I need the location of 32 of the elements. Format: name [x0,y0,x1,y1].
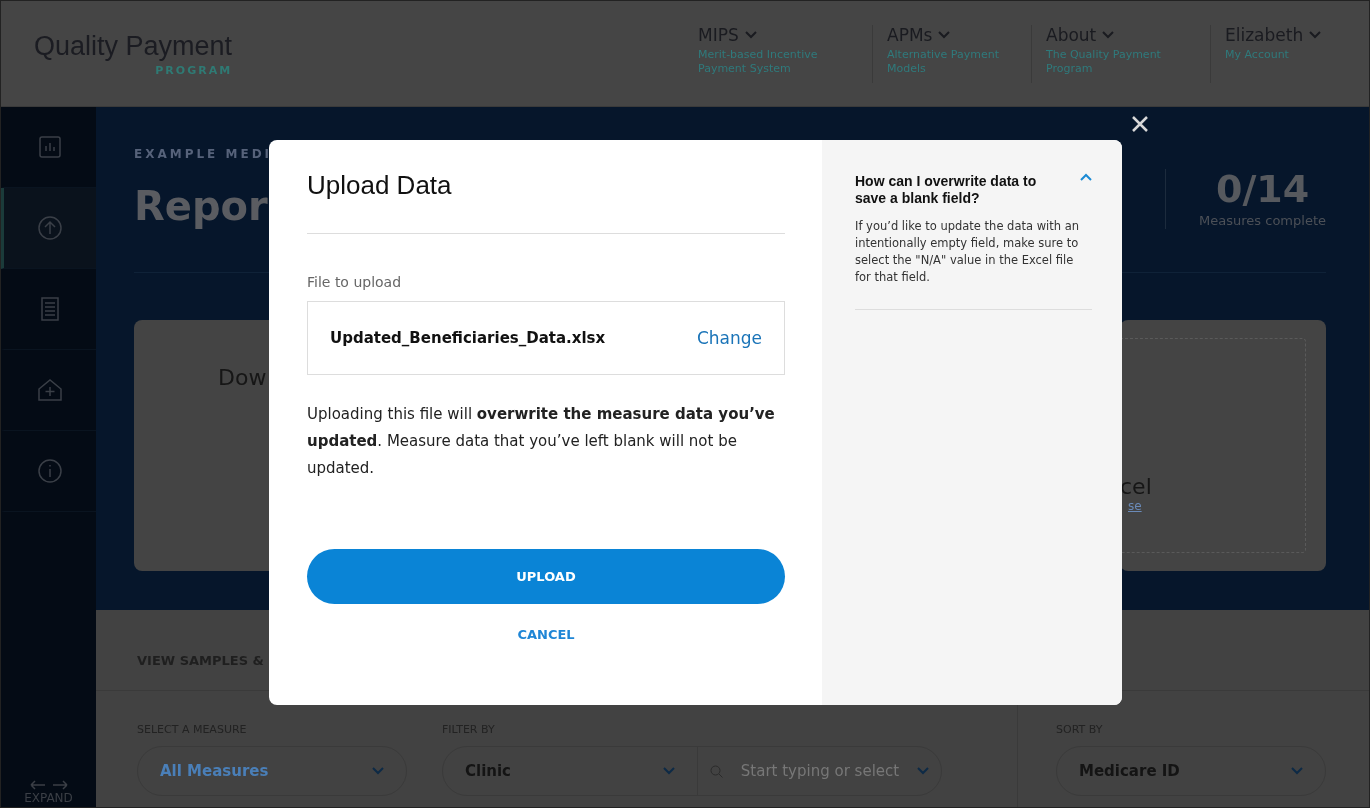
chevron-up-icon [1080,173,1092,181]
house-plus-icon [37,378,63,402]
chevron-down-icon [1102,31,1115,39]
upload-icon [37,215,63,241]
stat-label: Measures complete [1199,213,1326,228]
chevron-down-icon [917,767,929,775]
browse-link[interactable]: se [1128,499,1142,513]
cancel-link[interactable]: CANCEL [517,627,575,642]
field-label: File to upload [307,274,403,290]
stat-value: 0/14 [1215,169,1310,209]
chevron-down-icon [744,31,757,39]
search-icon [710,764,723,778]
upload-button[interactable]: UPLOAD [307,549,785,604]
sidebar-item[interactable] [1,188,96,269]
chevron-down-icon [1309,31,1322,39]
change-link[interactable]: Change [696,328,762,348]
dialog-title: Upload Data [307,170,785,234]
arrows-icon [29,779,68,791]
bar-chart-icon [38,135,62,159]
chevron-down-icon [663,767,675,775]
warning-text: Uploading this file will overwrite the measure data you’ve updated. Measure data that you’ve left blank will not be updated. [307,404,776,479]
faq-toggle[interactable]: How can I overwrite data to save a blank field? [855,173,1092,207]
file-name: Updated_Beneficiaries_Data.xlsx [330,329,606,347]
chevron-down-icon [1291,767,1303,775]
page-title: Repor [134,183,269,229]
info-icon [37,458,63,484]
chevron-down-icon [938,31,951,39]
chevron-down-icon [372,767,384,775]
faq-answer: If you’d like to update the data with an intentionally empty field, make sure to select the "N/A" value in the Excel file for that field. [855,218,1092,310]
eyebrow-label: EXAMPLE MEDI [134,147,273,161]
measure-dropdown[interactable]: All Measures [137,746,407,796]
document-icon [41,297,59,321]
